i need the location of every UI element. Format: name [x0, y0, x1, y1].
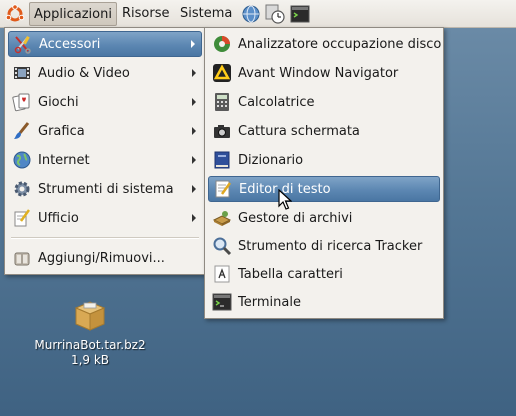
- clock-icon[interactable]: [265, 4, 285, 24]
- menu-separator: [11, 237, 199, 239]
- cards-icon: [12, 93, 30, 112]
- character-map-icon: [214, 265, 230, 283]
- globe-icon: [13, 151, 31, 169]
- applications-menu: Accessori Audio & Video Giochi Grafica I…: [4, 27, 206, 275]
- menu-item-label: Accessori: [39, 36, 101, 52]
- menu-item-label: Tabella caratteri: [238, 266, 343, 282]
- menu-item-label: Ufficio: [38, 210, 79, 226]
- menu-item-archive-manager[interactable]: Gestore di archivi: [208, 205, 440, 231]
- top-panel: Applicazioni Risorse Sistema: [0, 0, 516, 28]
- calculator-icon: [215, 93, 229, 111]
- package-icon: [14, 252, 30, 266]
- applications-menu-button[interactable]: Applicazioni: [29, 2, 117, 26]
- menu-item-system-tools[interactable]: Strumenti di sistema: [8, 176, 202, 202]
- menu-item-office[interactable]: Ufficio: [8, 205, 202, 231]
- menu-item-label: Internet: [38, 152, 90, 168]
- menu-item-label: Cattura schermata: [238, 123, 360, 139]
- menu-item-label: Giochi: [38, 94, 79, 110]
- menu-item-screenshot[interactable]: Cattura schermata: [208, 118, 440, 144]
- menu-item-label: Avant Window Navigator: [238, 65, 399, 81]
- menu-item-label: Editor di testo: [239, 181, 331, 197]
- file-size: 1,9 kB: [70, 353, 110, 367]
- menu-item-label: Calcolatrice: [238, 94, 315, 110]
- menu-item-avant-window-navigator[interactable]: Avant Window Navigator: [208, 60, 440, 86]
- archive-icon: [212, 211, 232, 226]
- desktop-file[interactable]: MurrinaBot.tar.bz2 1,9 kB: [30, 294, 150, 368]
- menu-item-text-editor[interactable]: Editor di testo: [208, 176, 440, 202]
- submenu-arrow-icon: [192, 185, 196, 193]
- menu-item-disk-usage-analyzer[interactable]: Analizzatore occupazione disco: [208, 31, 442, 57]
- awn-icon: [213, 64, 231, 82]
- globe-icon[interactable]: [241, 4, 261, 24]
- menu-item-label: Gestore di archivi: [238, 210, 353, 226]
- submenu-arrow-icon: [191, 40, 195, 48]
- submenu-arrow-icon: [192, 69, 196, 77]
- terminal-icon[interactable]: [290, 4, 310, 24]
- gear-icon: [14, 181, 30, 197]
- terminal-icon: [212, 293, 232, 311]
- menu-item-calculator[interactable]: Calcolatrice: [208, 89, 440, 115]
- submenu-arrow-icon: [192, 214, 196, 222]
- menu-item-label: Terminale: [238, 294, 301, 310]
- submenu-arrow-icon: [192, 127, 196, 135]
- scissors-pen-icon: [14, 36, 31, 54]
- menu-item-label: Aggiungi/Rimuovi...: [38, 250, 165, 266]
- menu-item-tracker-search[interactable]: Strumento di ricerca Tracker: [208, 233, 440, 259]
- menu-item-audio-video[interactable]: Audio & Video: [8, 60, 202, 86]
- paintbrush-icon: [14, 122, 30, 139]
- menu-item-dictionary[interactable]: Dizionario: [208, 147, 440, 173]
- dictionary-icon: [214, 151, 230, 169]
- menu-item-character-map[interactable]: Tabella caratteri: [208, 261, 440, 287]
- disk-usage-icon: [214, 36, 230, 52]
- places-menu-button[interactable]: Risorse: [118, 2, 174, 26]
- ubuntu-logo-icon[interactable]: [5, 4, 25, 24]
- submenu-arrow-icon: [192, 156, 196, 164]
- camera-icon: [214, 125, 230, 138]
- menu-item-accessories[interactable]: Accessori: [8, 31, 202, 57]
- magnifier-icon: [213, 237, 232, 256]
- archive-box-icon: [74, 301, 106, 331]
- file-name: MurrinaBot.tar.bz2: [34, 338, 146, 352]
- text-editor-icon: [215, 180, 232, 198]
- menu-item-label: Audio & Video: [38, 65, 130, 81]
- menu-item-games[interactable]: Giochi: [8, 89, 202, 115]
- menu-item-label: Analizzatore occupazione disco: [238, 36, 442, 52]
- menu-item-graphics[interactable]: Grafica: [8, 118, 202, 144]
- film-icon: [14, 67, 30, 79]
- menu-item-label: Dizionario: [238, 152, 304, 168]
- menu-item-label: Grafica: [38, 123, 85, 139]
- menu-item-label: Strumenti di sistema: [38, 181, 174, 197]
- menu-item-terminal[interactable]: Terminale: [208, 289, 440, 315]
- mouse-cursor-icon: [278, 189, 292, 210]
- accessories-submenu: Analizzatore occupazione disco Avant Win…: [204, 27, 444, 319]
- menu-item-internet[interactable]: Internet: [8, 147, 202, 173]
- system-menu-button[interactable]: Sistema: [176, 2, 236, 26]
- menu-item-add-remove[interactable]: Aggiungi/Rimuovi...: [8, 245, 202, 271]
- submenu-arrow-icon: [192, 98, 196, 106]
- pen-doc-icon: [14, 209, 31, 227]
- menu-item-label: Strumento di ricerca Tracker: [238, 238, 423, 254]
